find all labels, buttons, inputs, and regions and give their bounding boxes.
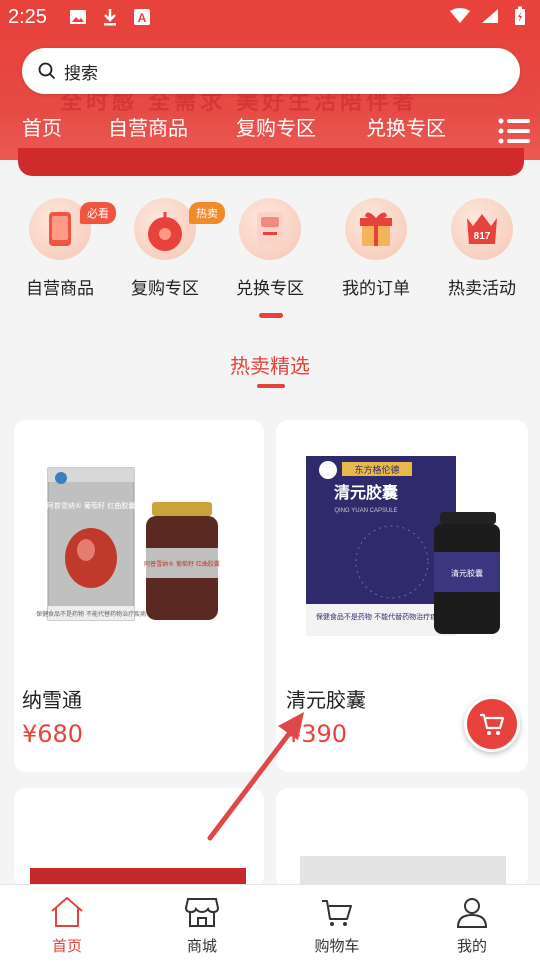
user-icon: [456, 898, 488, 928]
crown-text: 817: [474, 231, 491, 242]
bottle-text: 清元胶囊: [451, 568, 483, 578]
box-brand: 东方格伦德: [354, 464, 399, 476]
category-my-orders[interactable]: 我的订单: [326, 198, 426, 299]
top-nav-self-operated[interactable]: 自营商品: [108, 112, 188, 141]
bottle-text: 阿普雪纳® 葡萄籽 红曲胶囊: [144, 560, 220, 568]
tab-label: 我的: [456, 937, 487, 955]
machine-icon: [239, 198, 301, 260]
category-exchange[interactable]: 兑换专区: [220, 198, 320, 299]
tab-label: 购物车: [314, 937, 360, 955]
top-nav-home[interactable]: 首页: [22, 112, 62, 141]
download-icon: [100, 8, 120, 26]
box-text: 阿普雪纳® 葡萄籽 红曲胶囊: [47, 501, 135, 510]
annotation-arrow: [207, 712, 304, 841]
search-bar[interactable]: 搜索: [22, 48, 520, 94]
category-scroll-indicator: [259, 313, 283, 318]
store-icon: [184, 898, 220, 927]
wifi-icon: [450, 7, 470, 25]
category-self-operated[interactable]: 必看 自营商品: [10, 198, 116, 299]
category-label: 复购专区: [131, 279, 199, 299]
menu-icon[interactable]: [498, 118, 530, 144]
battery-icon: [510, 6, 530, 25]
category-label: 自营商品: [26, 279, 94, 299]
tab-home[interactable]: 首页: [17, 895, 117, 956]
category-repurchase[interactable]: 热卖 复购专区: [115, 198, 225, 299]
tab-profile[interactable]: 我的: [422, 895, 522, 956]
box-subtitle: QING YUAN CAPSULE: [334, 508, 397, 514]
badge-must-see: 必看: [80, 202, 116, 224]
a-icon: A: [132, 8, 152, 26]
home-icon: [51, 897, 83, 927]
category-label: 兑换专区: [236, 279, 304, 299]
top-nav: 首页 自营商品 复购专区 兑换专区: [0, 112, 540, 148]
crown-817-icon: 817: [451, 198, 513, 260]
category-hot-activity[interactable]: 817 热卖活动: [432, 198, 532, 299]
banner-image[interactable]: [18, 148, 524, 176]
cart-icon: [322, 900, 352, 926]
category-label: 我的订单: [342, 279, 410, 299]
box-title: 清元胶囊: [334, 483, 399, 502]
signal-icon: [480, 7, 500, 25]
tab-label: 商城: [186, 937, 217, 955]
search-icon: [38, 62, 56, 80]
status-bar: 2:25 A: [0, 0, 540, 34]
image-icon: [68, 8, 88, 26]
bottom-tab-bar: 首页 商城 购物车 我的: [0, 884, 540, 961]
product-image: 东方格伦德 清元胶囊 QING YUAN CAPSULE 保健食品不是药物 不能…: [306, 456, 500, 636]
status-time: 2:25: [8, 6, 47, 28]
tab-label: 首页: [51, 937, 82, 955]
top-nav-repurchase[interactable]: 复购专区: [236, 112, 316, 141]
tab-cart[interactable]: 购物车: [287, 895, 387, 956]
section-title: 热卖精选: [230, 354, 310, 378]
section-underline: [257, 384, 285, 388]
product-price: ¥680: [22, 720, 84, 748]
top-nav-exchange[interactable]: 兑换专区: [366, 112, 446, 141]
product-name: 纳雪通: [22, 688, 82, 712]
gift-icon: [345, 198, 407, 260]
product-image: 阿普雪纳® 葡萄籽 红曲胶囊 保健食品不是药物 不能代替药物治疗疾病 阿普雪纳®…: [36, 467, 220, 621]
cart-icon: [480, 713, 505, 735]
box-warning: 保健食品不是药物 不能代替药物治疗疾病: [316, 612, 444, 621]
tab-store[interactable]: 商城: [152, 895, 252, 956]
box-warning: 保健食品不是药物 不能代替药物治疗疾病: [36, 610, 146, 618]
disc-icon: [134, 198, 196, 260]
svg-text:A: A: [138, 11, 147, 25]
search-placeholder: 搜索: [64, 63, 98, 84]
floating-cart-button[interactable]: [464, 696, 520, 752]
category-label: 热卖活动: [448, 279, 516, 299]
